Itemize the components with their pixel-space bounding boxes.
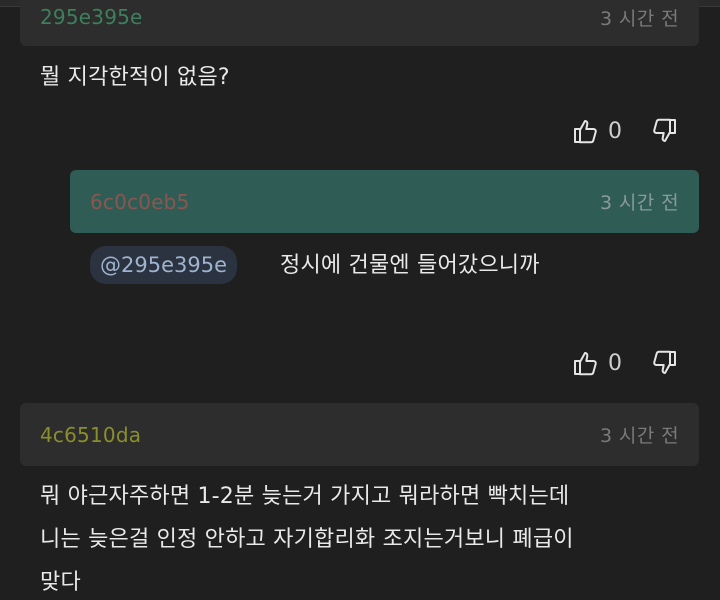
- thumbs-down-icon[interactable]: [650, 117, 678, 145]
- reply-reactions: 0: [572, 349, 678, 377]
- comment-author[interactable]: 4c6510da: [40, 423, 141, 447]
- comment-text: 뭐 야근자주하면 1-2분 늦는거 가지고 뭐라하면 빡치는데 니는 늦은걸 인…: [40, 475, 574, 600]
- comment-reactions: 0: [572, 117, 678, 145]
- comment-author[interactable]: 295e395e: [40, 5, 143, 29]
- comment-text-line: 뭐 야근자주하면 1-2분 늦는거 가지고 뭐라하면 빡치는데: [40, 484, 570, 509]
- thumbs-up-icon[interactable]: [572, 349, 600, 377]
- comment-text-line: 니는 늦은걸 인정 안하고 자기합리화 조지는거보니 폐급이: [40, 527, 574, 552]
- reply-text: 정시에 건물엔 들어갔으니까: [280, 253, 540, 278]
- reply-author[interactable]: 6c0c0eb5: [90, 190, 190, 214]
- thumbs-down-icon[interactable]: [650, 349, 678, 377]
- comment-text-line: 뭘 지각한적이 없음?: [40, 65, 230, 90]
- comment-time: 3 시간 전: [599, 425, 679, 447]
- comment-header: 295e395e 3 시간 전: [20, 0, 699, 46]
- comment-header: 4c6510da 3 시간 전: [20, 403, 699, 466]
- comment-text-line: 맞다: [40, 570, 81, 595]
- reply-time: 3 시간 전: [599, 192, 679, 214]
- mention-chip[interactable]: @295e395e: [90, 246, 238, 284]
- comment-text: 뭘 지각한적이 없음?: [40, 56, 230, 99]
- comment-time: 3 시간 전: [599, 7, 679, 30]
- reply-header: 6c0c0eb5 3 시간 전: [70, 170, 699, 233]
- thumbs-up-icon[interactable]: [572, 117, 600, 145]
- like-count: 0: [608, 118, 622, 144]
- like-count: 0: [608, 350, 622, 376]
